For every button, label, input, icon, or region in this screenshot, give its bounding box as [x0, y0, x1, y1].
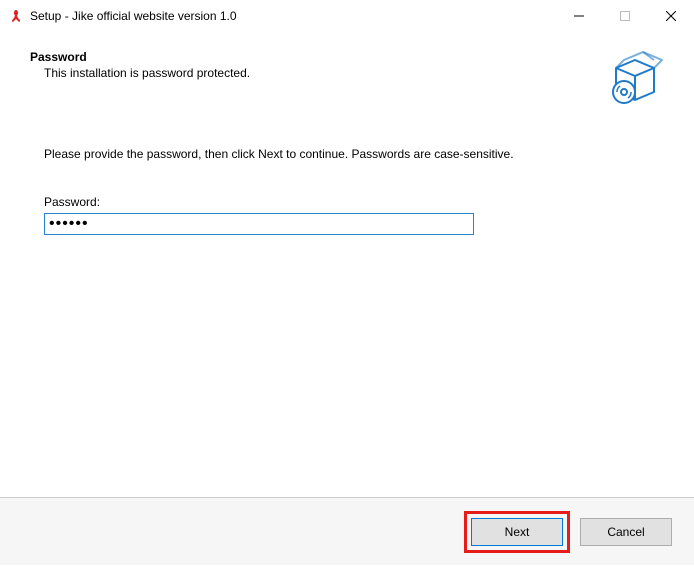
- password-input[interactable]: [44, 213, 474, 235]
- password-label: Password:: [44, 195, 664, 209]
- page-heading: Password: [30, 50, 250, 64]
- close-button[interactable]: [648, 0, 694, 32]
- window-title: Setup - Jike official website version 1.…: [30, 9, 556, 23]
- minimize-button[interactable]: [556, 0, 602, 32]
- box-disc-icon: [606, 50, 664, 111]
- main-content: Password This installation is password p…: [0, 32, 694, 497]
- title-bar: Setup - Jike official website version 1.…: [0, 0, 694, 32]
- maximize-button: [602, 0, 648, 32]
- next-highlight: Next: [464, 511, 570, 553]
- footer-bar: Next Cancel: [0, 497, 694, 565]
- app-icon: [8, 8, 24, 24]
- cancel-button[interactable]: Cancel: [580, 518, 672, 546]
- next-button[interactable]: Next: [471, 518, 563, 546]
- instruction-text: Please provide the password, then click …: [44, 147, 664, 161]
- page-subheading: This installation is password protected.: [44, 66, 250, 80]
- window-controls: [556, 0, 694, 32]
